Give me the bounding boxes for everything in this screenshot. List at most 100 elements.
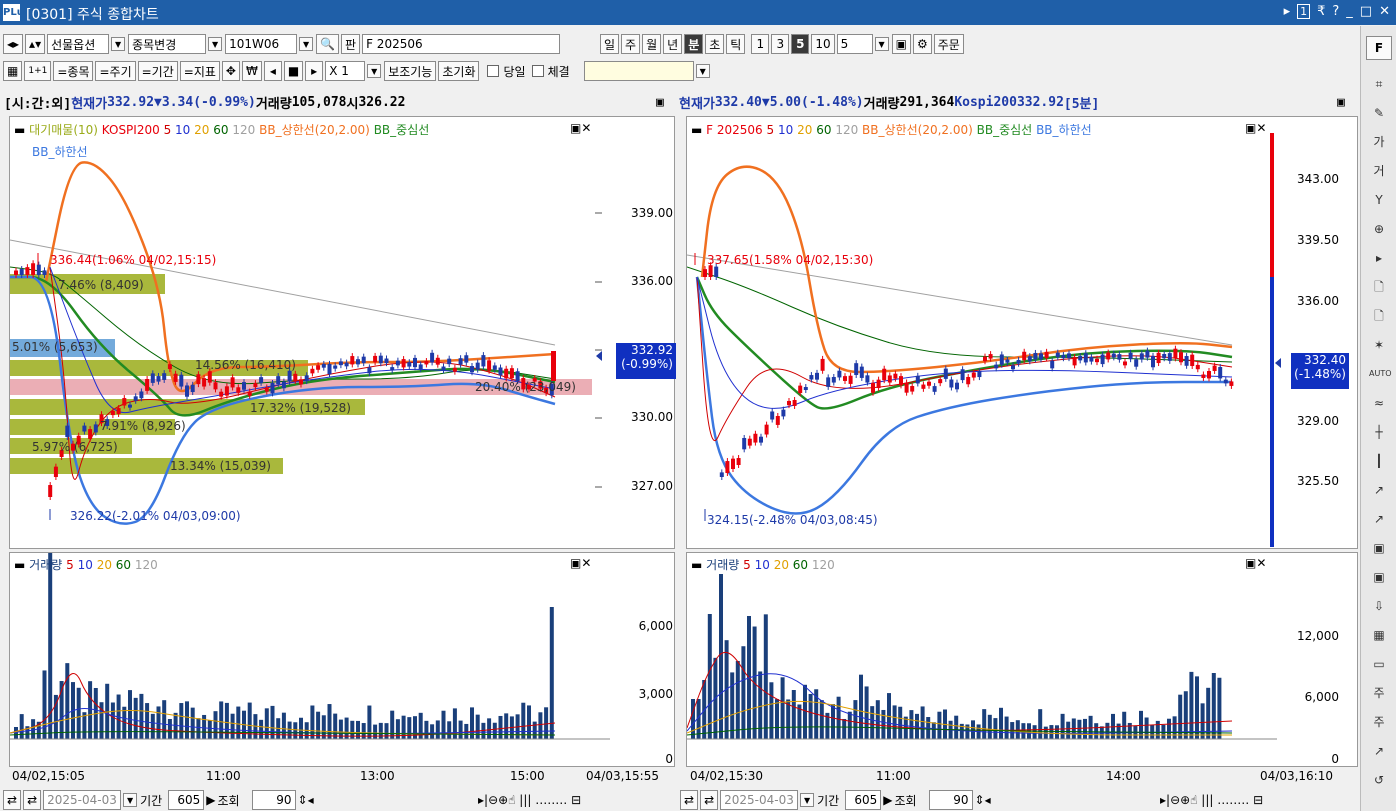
change-code-select[interactable]: 종목변경: [128, 34, 207, 54]
grid-icon[interactable]: ▦: [1369, 625, 1389, 645]
settings-icon[interactable]: ⚙: [912, 34, 932, 54]
period-month[interactable]: 월: [642, 34, 662, 54]
query-icon[interactable]: ▶: [883, 793, 892, 807]
wrench-icon[interactable]: ✎: [1369, 103, 1389, 123]
maximize-icon[interactable]: □: [1360, 4, 1372, 19]
line-icon[interactable]: ≈: [1369, 393, 1389, 413]
save-icon[interactable]: ▣: [891, 34, 911, 54]
sign-icon[interactable]: 주: [1369, 683, 1389, 703]
period-year[interactable]: 년: [663, 34, 683, 54]
count-input[interactable]: 605: [168, 790, 205, 810]
reset-button[interactable]: 초기화: [438, 61, 480, 81]
chevron-down-icon[interactable]: ▼: [367, 64, 382, 78]
period-button[interactable]: =주기: [95, 61, 136, 81]
right-price-panel[interactable]: ▬ F 202506 5 10 20 60 120 BB_상한선(20,2.00…: [686, 116, 1358, 549]
chart-icon[interactable]: ⌗: [1369, 74, 1389, 94]
left-price-panel[interactable]: ▬ 대기매물(10) KOSPI200 5 10 20 60 120 BB_상한…: [9, 116, 676, 549]
grid-icon[interactable]: ▦: [3, 61, 23, 81]
star-icon[interactable]: ✶: [1369, 335, 1389, 355]
collapse-icon[interactable]: ▬: [691, 123, 706, 137]
today-checkbox[interactable]: [487, 65, 500, 77]
panel-controls[interactable]: ▣✕: [1245, 121, 1266, 135]
pan-button[interactable]: 판: [341, 34, 361, 54]
minute-input[interactable]: 5: [836, 34, 873, 54]
zoom-input[interactable]: 90: [251, 790, 296, 810]
chevron-down-icon[interactable]: ▼: [208, 37, 223, 51]
auto-icon[interactable]: AUTO: [1369, 364, 1392, 384]
chevron-down-icon[interactable]: ▼: [695, 64, 710, 78]
code-input[interactable]: 101W06: [225, 34, 298, 54]
minute-5[interactable]: 5: [791, 34, 810, 54]
period-tick[interactable]: 틱: [726, 34, 746, 54]
next-icon[interactable]: ▸: [305, 61, 324, 81]
scroll-right-icon[interactable]: ▸|⊖⊕☝ ||| ‥‥‥‥ ⊟: [1160, 793, 1263, 807]
exec-checkbox[interactable]: [531, 65, 544, 77]
query-button[interactable]: 조회: [894, 792, 916, 809]
aux-button[interactable]: 보조기능: [384, 61, 437, 81]
search-icon[interactable]: 🔍: [316, 34, 340, 54]
spin-icon[interactable]: ⇕◂: [975, 793, 991, 807]
period-day[interactable]: 일: [600, 34, 620, 54]
cursor-icon[interactable]: ▸: [1369, 248, 1389, 268]
y-icon[interactable]: Y: [1369, 190, 1389, 210]
chevron-down-icon[interactable]: ▼: [800, 793, 815, 807]
nav2-icon[interactable]: ⇄: [700, 790, 719, 810]
arrows-lr-icon[interactable]: ◂▸: [3, 34, 24, 54]
spin-icon[interactable]: ⇕◂: [298, 793, 314, 807]
img2-icon[interactable]: ▣: [1369, 567, 1389, 587]
layout-icon[interactable]: 1+1: [24, 61, 52, 81]
prev-icon[interactable]: ◂: [263, 61, 282, 81]
range-button[interactable]: =기간: [137, 61, 178, 81]
chevron-down-icon[interactable]: ▼: [111, 37, 126, 51]
trade-icon[interactable]: 거: [1369, 161, 1389, 181]
price-icon[interactable]: 가: [1369, 132, 1389, 152]
collapse-icon[interactable]: ▬: [14, 123, 29, 137]
nav-icon[interactable]: ⇄: [680, 790, 699, 810]
count-input[interactable]: 605: [845, 790, 882, 810]
window-icon[interactable]: ▭: [1369, 654, 1389, 674]
stop-icon[interactable]: ■: [283, 61, 304, 81]
arrows-ud-icon[interactable]: ▴▾: [25, 34, 46, 54]
zoom-icon[interactable]: ⊕: [1369, 219, 1389, 239]
date-field[interactable]: 2025-04-03: [720, 790, 799, 810]
panel-controls[interactable]: ▣✕: [570, 121, 591, 135]
left-volume-panel[interactable]: ▬ 거래량 5 10 20 60 120 ▣✕ 6,000 3,000 0: [9, 552, 675, 767]
minute-3[interactable]: 3: [771, 34, 790, 54]
period-second[interactable]: 초: [705, 34, 725, 54]
nav-icon[interactable]: ⇄: [3, 790, 22, 810]
help-icon[interactable]: ?: [1332, 4, 1339, 19]
down-icon[interactable]: ⇩: [1369, 596, 1389, 616]
scroll-right-icon[interactable]: ▸|⊖⊕☝ ||| ‥‥‥‥ ⊟: [478, 793, 581, 807]
right-header-icon[interactable]: ▣: [1337, 91, 1345, 113]
candle-icon[interactable]: ┼: [1369, 422, 1389, 442]
move-icon[interactable]: ✥: [221, 61, 240, 81]
period-week[interactable]: 주: [621, 34, 641, 54]
left-header-icon[interactable]: ▣: [656, 91, 664, 113]
multiplier-select[interactable]: X 1: [325, 61, 366, 81]
query-button[interactable]: 조회: [217, 792, 239, 809]
nav-icon[interactable]: ▸: [1284, 4, 1291, 19]
panel-controls[interactable]: ▣✕: [1245, 556, 1266, 570]
sign2-icon[interactable]: 주: [1369, 712, 1389, 732]
f-button[interactable]: F: [1366, 36, 1392, 60]
refresh-icon[interactable]: ↺: [1369, 770, 1389, 790]
minute-10[interactable]: 10: [811, 34, 835, 54]
rise-icon[interactable]: ↗: [1369, 509, 1389, 529]
indicator-button[interactable]: =지표: [179, 61, 220, 81]
date-field[interactable]: 2025-04-03: [43, 790, 122, 810]
nav2-icon[interactable]: ⇄: [23, 790, 42, 810]
minimize-icon[interactable]: _: [1346, 4, 1353, 19]
scan2-icon[interactable]: 🗋: [1369, 306, 1389, 326]
minute-1[interactable]: 1: [751, 34, 770, 54]
export-icon[interactable]: ↗: [1369, 741, 1389, 761]
query-icon[interactable]: ▶: [206, 793, 215, 807]
chevron-down-icon[interactable]: ▼: [123, 793, 138, 807]
img-icon[interactable]: ▣: [1369, 538, 1389, 558]
close-icon[interactable]: ✕: [1379, 4, 1390, 19]
order-button[interactable]: 주문: [933, 34, 964, 54]
exec-select[interactable]: [583, 61, 694, 81]
zoom-input[interactable]: 90: [928, 790, 973, 810]
collapse-icon[interactable]: ▬: [14, 558, 29, 572]
name-field[interactable]: F 202506: [362, 34, 561, 54]
item-button[interactable]: =종목: [53, 61, 94, 81]
